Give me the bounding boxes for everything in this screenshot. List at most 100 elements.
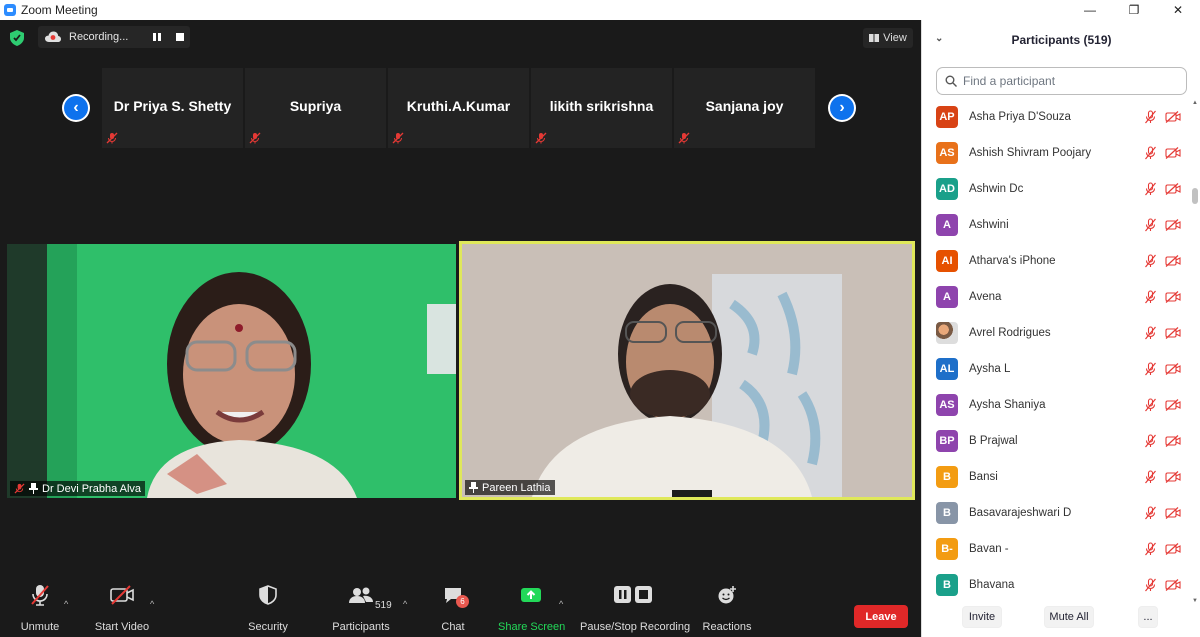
collapse-chevron-icon[interactable]: ⌄	[935, 33, 943, 44]
video-tile-devi-prabha-alva[interactable]: Dr Devi Prabha Alva	[7, 244, 456, 498]
participant-row[interactable]: AD Ashwin Dc	[922, 171, 1190, 207]
participant-row[interactable]: AP Asha Priya D'Souza	[922, 99, 1190, 135]
unmute-button[interactable]: Unmute	[14, 577, 66, 637]
participant-row[interactable]: Avrel Rodrigues	[922, 315, 1190, 351]
participants-options-caret[interactable]: ^	[403, 599, 411, 609]
video-off-icon[interactable]	[1165, 111, 1181, 123]
avatar: AP	[936, 106, 958, 128]
participant-row[interactable]: A Ashwini	[922, 207, 1190, 243]
participants-header: ⌄ Participants (519)	[922, 20, 1200, 60]
muted-mic-icon[interactable]	[1144, 290, 1157, 304]
muted-mic-icon[interactable]	[1144, 254, 1157, 268]
video-options-caret[interactable]: ^	[150, 599, 158, 609]
share-options-caret[interactable]: ^	[559, 599, 567, 609]
video-off-icon[interactable]	[1165, 579, 1181, 591]
encryption-shield-icon[interactable]	[10, 30, 24, 46]
video-off-icon[interactable]	[1165, 147, 1181, 159]
muted-mic-icon[interactable]	[1144, 218, 1157, 232]
muted-mic-icon[interactable]	[1144, 470, 1157, 484]
participant-row[interactable]: AS Ashish Shivram Poojary	[922, 135, 1190, 171]
chevron-right-icon: ›	[830, 96, 854, 120]
muted-mic-icon[interactable]	[1144, 326, 1157, 340]
muted-mic-icon[interactable]	[1144, 110, 1157, 124]
invite-button[interactable]: Invite	[962, 606, 1002, 628]
participant-list-scrollbar[interactable]: ▲ ▼	[1192, 100, 1198, 604]
scroll-up-arrow-icon[interactable]: ▲	[1192, 100, 1198, 106]
strip-tile[interactable]: Kruthi.A.Kumar	[388, 68, 529, 148]
participant-search[interactable]	[936, 67, 1187, 95]
participant-name: Bavan -	[969, 543, 1009, 555]
participant-row[interactable]: B- Bavan -	[922, 531, 1190, 567]
avatar: AS	[936, 394, 958, 416]
muted-mic-icon[interactable]	[1144, 182, 1157, 196]
participants-count: 519	[375, 600, 392, 611]
muted-mic-icon[interactable]	[1144, 146, 1157, 160]
view-button[interactable]: View	[863, 28, 913, 48]
reactions-button[interactable]: Reactions	[702, 577, 752, 637]
video-off-icon[interactable]	[1165, 183, 1181, 195]
share-screen-icon	[521, 588, 541, 602]
security-button[interactable]: Security	[243, 577, 293, 637]
video-off-icon[interactable]	[1165, 471, 1181, 483]
muted-mic-icon	[535, 132, 547, 144]
strip-tile[interactable]: Dr Priya S. Shetty	[102, 68, 243, 148]
minimize-button[interactable]: —	[1068, 0, 1112, 20]
participant-row[interactable]: BP B Prajwal	[922, 423, 1190, 459]
meeting-toolbar: Unmute ^ Start Video ^ Security Particip…	[0, 577, 921, 637]
pin-icon	[29, 483, 38, 494]
participant-row[interactable]: A Avena	[922, 279, 1190, 315]
video-off-icon[interactable]	[1165, 435, 1181, 447]
participant-name: Atharva's iPhone	[969, 255, 1056, 267]
share-screen-button[interactable]: Share Screen	[498, 577, 565, 637]
video-off-icon[interactable]	[1165, 255, 1181, 267]
close-button[interactable]: ✕	[1156, 0, 1200, 20]
muted-mic-icon[interactable]	[1144, 398, 1157, 412]
muted-mic-icon[interactable]	[1144, 578, 1157, 592]
start-video-button[interactable]: Start Video	[92, 577, 152, 637]
mute-all-button[interactable]: Mute All	[1044, 606, 1094, 628]
video-off-icon[interactable]	[1165, 327, 1181, 339]
security-label: Security	[248, 621, 288, 633]
participants-panel: ⌄ Participants (519) AP Asha Priya D'Souz…	[921, 20, 1200, 637]
avatar: B-	[936, 538, 958, 560]
video-tile-pareen-lathia[interactable]: Pareen Lathia	[459, 241, 915, 500]
video-off-icon[interactable]	[1165, 507, 1181, 519]
strip-tile-name: Kruthi.A.Kumar	[406, 98, 511, 114]
video-off-icon[interactable]	[1165, 363, 1181, 375]
video-off-icon[interactable]	[1165, 291, 1181, 303]
participants-label: Participants	[332, 621, 390, 633]
strip-tile-name: Sanjana joy	[705, 98, 784, 114]
video-off-icon[interactable]	[1165, 219, 1181, 231]
title-bar: Zoom Meeting — ❐ ✕	[0, 0, 1200, 20]
video-off-icon[interactable]	[1165, 543, 1181, 555]
participant-name: Avrel Rodrigues	[969, 327, 1051, 339]
start-video-label: Start Video	[94, 621, 150, 633]
video-off-icon[interactable]	[1165, 399, 1181, 411]
scrollbar-thumb[interactable]	[1192, 188, 1198, 204]
more-options-button[interactable]: ...	[1138, 606, 1158, 628]
muted-mic-icon[interactable]	[1144, 506, 1157, 520]
participant-row[interactable]: B Bhavana	[922, 567, 1190, 603]
muted-mic-icon	[106, 132, 118, 144]
pause-stop-recording-button[interactable]: Pause/Stop Recording	[580, 577, 690, 637]
muted-mic-icon[interactable]	[1144, 362, 1157, 376]
strip-tile[interactable]: Supriya	[245, 68, 386, 148]
strip-prev-button[interactable]: ‹	[62, 94, 90, 122]
stop-recording-button[interactable]	[176, 33, 184, 41]
participant-row[interactable]: B Basavarajeshwari D	[922, 495, 1190, 531]
search-input[interactable]	[963, 74, 1173, 88]
leave-button[interactable]: Leave	[854, 605, 908, 628]
participant-row[interactable]: B Bansi	[922, 459, 1190, 495]
participant-row[interactable]: AI Atharva's iPhone	[922, 243, 1190, 279]
strip-tile[interactable]: likith srikrishna	[531, 68, 672, 148]
strip-tile[interactable]: Sanjana joy	[674, 68, 815, 148]
participant-row[interactable]: AS Aysha Shaniya	[922, 387, 1190, 423]
muted-mic-icon[interactable]	[1144, 434, 1157, 448]
audio-options-caret[interactable]: ^	[64, 599, 72, 609]
participant-row[interactable]: AL Aysha L	[922, 351, 1190, 387]
strip-next-button[interactable]: ›	[828, 94, 856, 122]
restore-button[interactable]: ❐	[1112, 0, 1156, 20]
chevron-left-icon: ‹	[64, 96, 88, 120]
pause-recording-button[interactable]	[153, 33, 161, 41]
muted-mic-icon[interactable]	[1144, 542, 1157, 556]
